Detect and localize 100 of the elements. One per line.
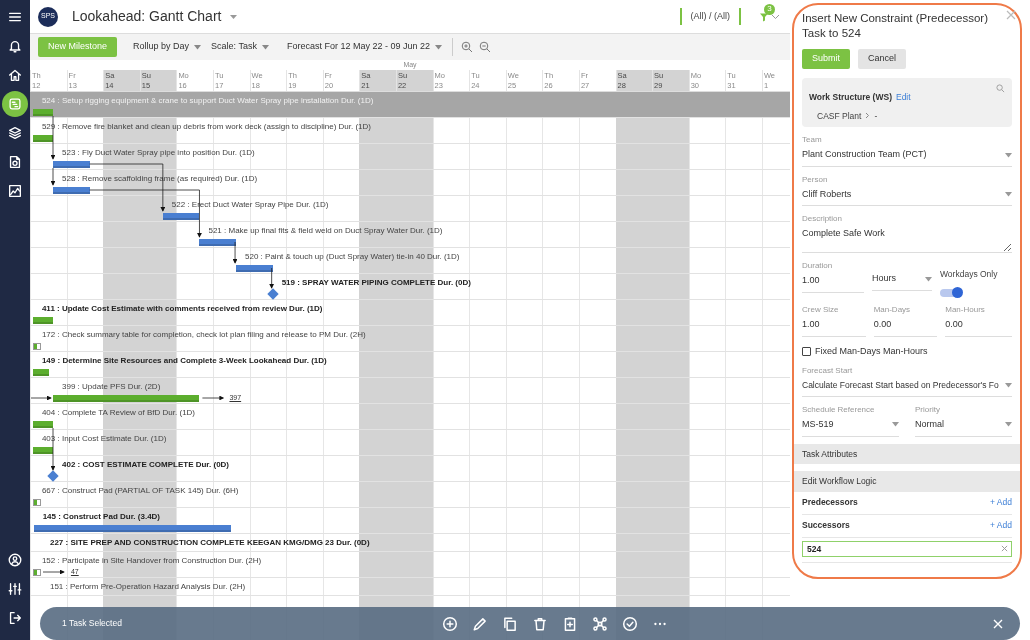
caret-icon [435,44,442,50]
field-label: Work Structure (WS) [809,91,892,102]
task-label: 145 : Construct Pad Dur. (3.4D) [42,512,160,521]
task-marker[interactable] [32,342,41,350]
add-link[interactable]: + Add [990,496,1012,509]
select-field[interactable]: Normal [915,416,1012,437]
checkbox[interactable] [802,347,811,356]
selection-count: 1 Task Selected [62,617,123,630]
task-label: 152 : Participate in Site Handover from Construction Dur. (2H) [41,556,262,565]
task-label: 399 : Update PFS Dur. (2D) [62,382,161,391]
task-row[interactable]: 151 : Perform Pre-Operation Hazard Analysis Dur. (2H) [30,578,790,596]
caret-icon [1005,383,1012,389]
sidebar-button[interactable] [2,91,28,117]
clear-icon[interactable] [1001,544,1008,552]
scope-selector[interactable]: (All) / (All) [679,7,741,26]
section-header[interactable]: Task Attributes [794,443,1020,465]
input-field[interactable]: 0.00 [873,316,938,337]
task-marker[interactable] [32,498,41,506]
task-row[interactable]: 402 : COST ESTIMATE COMPLETE Dur. (0D) [30,456,790,482]
document-icon [7,154,23,170]
task-bar[interactable] [236,264,273,272]
task-label: 519 : SPRAY WATER PIPING COMPLETE Dur. (0D) [281,278,471,287]
caret-icon [261,44,269,50]
panel-title: Insert New Constraint (Predecessor) Task to 524 [802,11,989,41]
select-field[interactable]: Plant Construction Team (PCT) [802,146,1012,167]
task-bar[interactable] [53,394,200,402]
field-label: Successors [802,518,850,532]
caret-icon [194,44,202,50]
task-label: 402 : COST ESTIMATE COMPLETE Dur. (0D) [62,460,230,469]
field-label: Forecast Start [802,365,854,378]
task-bar[interactable] [162,212,200,220]
select-field[interactable]: Hours [872,270,932,291]
task-bar[interactable] [32,134,54,142]
task-row[interactable]: 667 : Construct Pad (PARTIAL OF TASK 145) Dur. (6H) [30,482,790,508]
select-field[interactable]: Calculate Forecast Start based on Predecessor's Fo [802,377,1012,397]
select-field[interactable]: Cliff Roberts [802,185,1012,207]
caret-icon[interactable] [771,13,780,20]
input-field[interactable]: 1.00 [802,272,864,293]
task-row[interactable]: 145 : Construct Pad Dur. (3.4D) [30,508,790,534]
task-row[interactable]: 519 : SPRAY WATER PIPING COMPLETE Dur. (0D) [30,274,790,300]
task-bar[interactable] [53,186,90,194]
trash-icon[interactable] [532,615,548,632]
task-label: 151 : Perform Pre-Operation Hazard Analysis Dur. (2H) [49,582,246,591]
zoom-in-icon[interactable] [461,41,473,53]
edit-link[interactable]: Edit [895,91,911,102]
task-bar[interactable] [199,238,237,246]
bell-icon [7,38,23,54]
close-icon[interactable] [1006,10,1016,20]
task-bar[interactable] [53,160,90,168]
dropdown-button[interactable]: Scale: Task [209,40,271,54]
input-field[interactable]: 1.00 [802,316,866,337]
description-field[interactable]: Complete Safe Work [802,225,1012,254]
dropdown-button[interactable]: Forecast For 12 May 22 - 09 Jun 22 [284,40,444,54]
successor-field[interactable]: 524 [802,540,1012,558]
task-row[interactable]: 172 : Check summary table for completion, check lot plan filing and release to PM Dur. (2H) [30,326,790,352]
task-row[interactable]: 404 : Complete TA Review of BfD Dur. (1D) [30,404,790,430]
input-field[interactable]: 0.00 [945,316,1012,337]
section-header[interactable]: Edit Workflow Logic [794,471,1020,492]
task-bar[interactable] [32,368,50,376]
copy-icon[interactable] [502,615,518,632]
caret-icon[interactable] [229,13,239,20]
toggle-label: Workdays Only [940,269,998,280]
task-row[interactable]: 520 : Paint & touch up (Duct Spray Water) tie-in 40 Dur. (1D) [30,248,790,274]
select-field[interactable]: MS-519 [802,416,899,437]
path-item[interactable]: CASF Plant [817,109,862,123]
clipboard-icon[interactable] [562,615,578,632]
caret-icon [1005,152,1012,158]
field-label: Person [802,173,829,186]
task-row[interactable]: 149 : Determine Site Resources and Complete 3-Week Lookahead Dur. (1D) [30,352,790,378]
task-row[interactable]: 523 : Fly Duct Water Spray pipe into position Dur. (1D) [30,144,790,170]
task-label: 523 : Fly Duct Water Spray pipe into position Dur. (1D) [62,148,255,157]
task-bar[interactable] [32,420,54,428]
task-bar[interactable] [32,316,54,324]
dropdown-button[interactable]: Rollup by Day [131,40,204,54]
cancel-button[interactable]: Cancel [858,49,907,69]
task-marker[interactable] [32,568,41,576]
add-link[interactable]: + Add [990,518,1012,532]
network-icon[interactable] [592,615,608,632]
task-bar[interactable] [33,524,232,532]
field-label: Predecessors [802,496,858,509]
layers-icon [7,125,23,141]
user-icon [7,552,23,568]
path-item[interactable]: - [874,109,878,123]
task-row[interactable]: 521 : Make up final fits & field weld on Duct Spray Water Dur. (1D) [30,222,790,248]
task-label: 521 : Make up final fits & field weld on Duct Spray Water Dur. (1D) [208,226,443,235]
field-label: Man-Days [873,304,912,317]
task-row[interactable]: 411 : Update Cost Estimate with comments received from review Dur. (1D) [30,300,790,326]
task-label: 524 : Setup rigging equipment & crane to support Duct Water Spray pipe installation Dur. (1D) [41,96,374,105]
check-circle-icon[interactable] [622,615,638,632]
field-label: Description [802,213,843,226]
zoom-out-icon[interactable] [479,41,491,53]
caret-icon [892,422,899,428]
pencil-icon[interactable] [472,615,488,632]
field-label: Schedule Reference [802,404,876,416]
task-row[interactable]: 227 : SITE PREP AND CONSTRUCTION COMPLETE KEEGAN KMG/DMG 23 Dur. (0D) [30,534,790,552]
toggle-switch[interactable] [940,289,962,298]
chevron-icon [865,112,871,120]
field-label: Team [802,134,823,147]
add-icon[interactable] [442,615,458,632]
task-bar[interactable] [32,446,54,454]
